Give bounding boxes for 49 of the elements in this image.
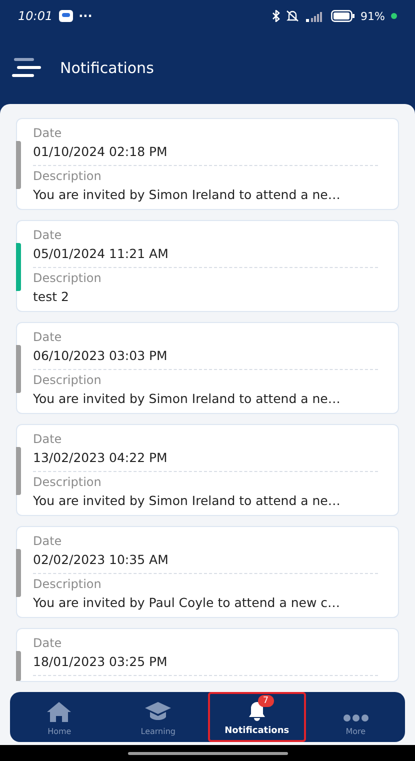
notification-card[interactable]: Date 06/10/2023 03:03 PM Description You are invited by Simon Ireland to attend a ne…: [16, 322, 399, 414]
muted-bell-icon: [286, 10, 299, 22]
nav-tab[interactable]: Learning: [108, 692, 208, 742]
date-label: Date: [33, 125, 63, 142]
graduation-cap-icon: [145, 702, 172, 722]
bluetooth-icon: [272, 10, 280, 22]
description-text: You are invited by Simon Ireland to attend a ne…: [33, 186, 342, 204]
status-more: ···: [78, 9, 92, 23]
date-value: 02/02/2023 10:35 AM: [33, 551, 170, 569]
description-label: Description: [33, 576, 102, 593]
date-label: Date: [33, 533, 63, 550]
notification-card[interactable]: Date 01/10/2024 02:18 PM Description You are invited by Simon Ireland to attend a ne…: [16, 118, 399, 210]
more-icon: [342, 714, 369, 722]
home-icon: [47, 702, 72, 722]
description-text: You are invited by Simon Ireland to attend a ne…: [33, 492, 342, 510]
date-label: Date: [33, 431, 63, 448]
date-value: 01/10/2024 02:18 PM: [33, 143, 168, 161]
description-label: Description: [33, 168, 102, 185]
notification-card[interactable]: Date 13/02/2023 04:22 PM Description You are invited by Simon Ireland to attend a ne…: [16, 424, 399, 516]
home-indicator[interactable]: [128, 752, 288, 754]
description-text: You are invited by Paul Coyle to attend a new c…: [33, 594, 342, 612]
signal-icon: [304, 10, 325, 22]
status-time: 10:01: [18, 9, 53, 23]
notification-card[interactable]: Date 05/01/2024 11:21 AM Description test 2: [16, 220, 399, 312]
date-label: Date: [33, 227, 63, 244]
message-icon: [58, 10, 73, 22]
description-label: Description: [33, 474, 102, 491]
nav-tab[interactable]: 7 Notifications: [208, 692, 306, 742]
date-value: 18/01/2023 03:25 PM: [33, 653, 168, 671]
page-title: Notifications: [60, 59, 154, 77]
date-value: 05/01/2024 11:21 AM: [33, 245, 170, 263]
description-label: Description: [33, 270, 102, 287]
description-label: Description: [33, 372, 102, 389]
notification-card[interactable]: Date 02/02/2023 10:35 AM Description You are invited by Paul Coyle to attend a new c…: [16, 526, 399, 618]
date-value: 06/10/2023 03:03 PM: [33, 347, 168, 365]
nav-tab[interactable]: More: [306, 692, 405, 742]
notification-card[interactable]: Date 18/01/2023 03:25 PM: [16, 628, 399, 682]
date-label: Date: [33, 329, 63, 346]
status-dot: [391, 13, 397, 19]
notification-count-badge: 7: [258, 695, 274, 707]
menu-icon[interactable]: [12, 58, 42, 78]
battery-icon: [330, 10, 355, 22]
date-label: Date: [33, 635, 63, 652]
date-value: 13/02/2023 04:22 PM: [33, 449, 168, 467]
battery-level: 91%: [360, 10, 385, 22]
description-text: You are invited by Simon Ireland to attend a ne…: [33, 390, 342, 408]
nav-tab[interactable]: Home: [10, 692, 109, 742]
description-text: test 2: [33, 288, 70, 306]
bell-icon: [246, 701, 267, 721]
